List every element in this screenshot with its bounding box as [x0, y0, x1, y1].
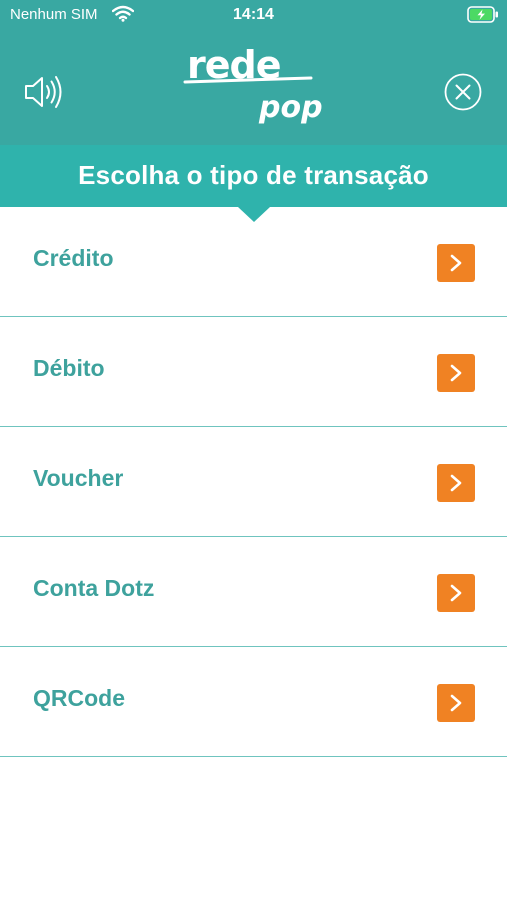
option-label: Voucher — [33, 465, 124, 491]
option-voucher[interactable]: Voucher — [0, 427, 507, 537]
transaction-type-list: Crédito Débito Voucher Conta Dotz QRCode — [0, 207, 507, 757]
chevron-right-icon — [450, 474, 462, 492]
clock: 14:14 — [233, 6, 274, 23]
arrow-button[interactable] — [437, 574, 475, 612]
option-credito[interactable]: Crédito — [0, 207, 507, 317]
close-icon — [444, 73, 482, 111]
chevron-right-icon — [450, 694, 462, 712]
option-label: Débito — [33, 355, 105, 381]
page-title: Escolha o tipo de transação — [78, 160, 429, 190]
option-conta-dotz[interactable]: Conta Dotz — [0, 537, 507, 647]
speaker-icon — [25, 76, 62, 108]
option-label: Crédito — [33, 245, 114, 271]
chevron-right-icon — [450, 584, 462, 602]
battery-charging-icon — [467, 6, 499, 27]
close-button[interactable] — [443, 72, 483, 112]
arrow-button[interactable] — [437, 244, 475, 282]
chevron-right-icon — [450, 254, 462, 272]
chevron-right-icon — [450, 364, 462, 382]
svg-text:pop: pop — [258, 90, 323, 125]
arrow-button[interactable] — [437, 354, 475, 392]
rede-pop-logo: rede pop — [183, 43, 325, 126]
speaker-button[interactable] — [22, 72, 68, 112]
status-bar: Nenhum SIM 14:14 — [0, 0, 507, 30]
option-qrcode[interactable]: QRCode — [0, 647, 507, 757]
arrow-button[interactable] — [437, 684, 475, 722]
option-label: Conta Dotz — [33, 575, 155, 601]
arrow-button[interactable] — [437, 464, 475, 502]
app-header: Nenhum SIM 14:14 rede pop — [0, 0, 507, 145]
option-label: QRCode — [33, 685, 125, 711]
option-debito[interactable]: Débito — [0, 317, 507, 427]
